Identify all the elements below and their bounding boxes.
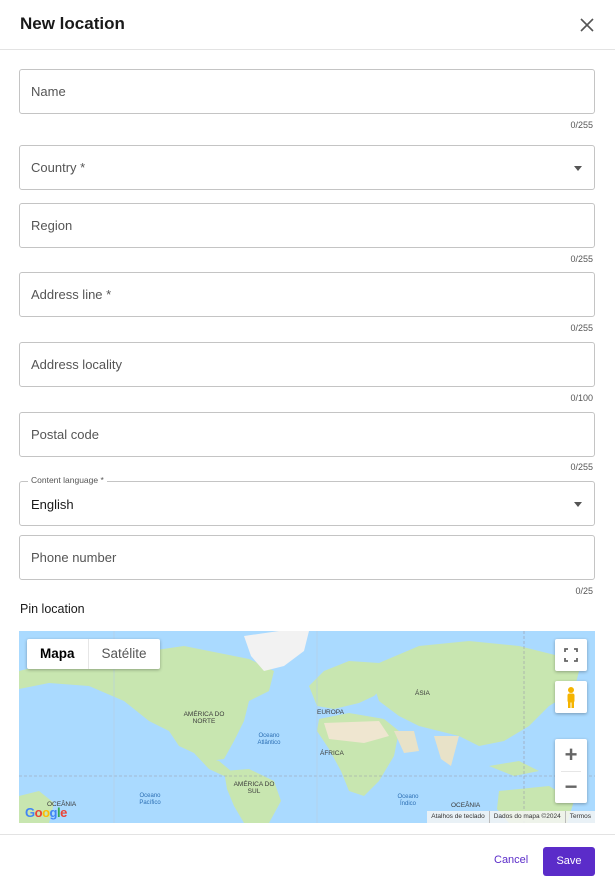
fullscreen-button[interactable] bbox=[555, 639, 587, 671]
save-button[interactable]: Save bbox=[543, 847, 595, 876]
keyboard-shortcuts-link[interactable]: Atalhos de teclado bbox=[427, 811, 488, 823]
chevron-down-icon bbox=[574, 166, 582, 171]
phone-number-placeholder: Phone number bbox=[31, 550, 117, 565]
dialog-header: New location bbox=[0, 0, 615, 50]
zoom-in-button[interactable]: + bbox=[555, 739, 587, 771]
label-indian-ocean: Oceano Índico bbox=[397, 794, 419, 807]
map-attribution: Atalhos de teclado Dados do mapa ©2024 T… bbox=[427, 811, 595, 823]
address-line-counter: 0/255 bbox=[570, 323, 593, 333]
postal-code-counter: 0/255 bbox=[570, 462, 593, 472]
chevron-down-icon bbox=[574, 502, 582, 507]
fullscreen-icon bbox=[564, 648, 578, 662]
content-language-select[interactable]: Content language * English bbox=[19, 475, 595, 526]
country-placeholder: Country * bbox=[31, 160, 86, 175]
address-line-field[interactable]: Address line * bbox=[19, 272, 595, 317]
pin-location-map[interactable]: Mapa Satélite + − AMÉRICA DO NORTE EUROP… bbox=[19, 631, 595, 823]
label-europe: EUROPA bbox=[317, 709, 344, 716]
country-select[interactable]: Country * bbox=[19, 145, 595, 190]
content-language-label: Content language * bbox=[28, 475, 107, 485]
map-type-map-button[interactable]: Mapa bbox=[27, 639, 89, 669]
map-type-control: Mapa Satélite bbox=[27, 639, 160, 669]
map-type-satellite-button[interactable]: Satélite bbox=[89, 639, 160, 669]
new-location-dialog: New location Name 0/255 Country * Region… bbox=[0, 0, 615, 882]
zoom-control: + − bbox=[555, 739, 587, 803]
region-placeholder: Region bbox=[31, 218, 73, 233]
name-counter: 0/255 bbox=[570, 120, 593, 130]
dialog-title: New location bbox=[20, 14, 125, 33]
label-pacific-ocean: Oceano Pacífico bbox=[139, 793, 161, 806]
label-africa: ÁFRICA bbox=[320, 750, 344, 757]
postal-code-placeholder: Postal code bbox=[31, 427, 99, 442]
label-north-america: AMÉRICA DO NORTE bbox=[183, 711, 225, 725]
content-language-value: English bbox=[31, 497, 74, 512]
label-oceania-right: OCEÂNIA bbox=[451, 802, 481, 809]
zoom-out-button[interactable]: − bbox=[555, 771, 587, 803]
postal-code-field[interactable]: Postal code bbox=[19, 412, 595, 457]
street-view-button[interactable] bbox=[555, 681, 587, 713]
name-placeholder: Name bbox=[31, 84, 66, 99]
phone-number-counter: 0/25 bbox=[575, 586, 593, 596]
pegman-icon bbox=[567, 687, 575, 708]
label-atlantic-ocean: Oceano Atlântico bbox=[257, 733, 281, 746]
region-field[interactable]: Region bbox=[19, 203, 595, 248]
phone-number-field[interactable]: Phone number bbox=[19, 535, 595, 580]
close-icon[interactable] bbox=[577, 15, 597, 35]
address-locality-counter: 0/100 bbox=[570, 393, 593, 403]
terms-link[interactable]: Termos bbox=[564, 811, 595, 823]
address-locality-field[interactable]: Address locality bbox=[19, 342, 595, 387]
pin-location-label: Pin location bbox=[20, 602, 85, 616]
address-locality-placeholder: Address locality bbox=[31, 357, 123, 372]
google-logo: Google bbox=[25, 805, 67, 820]
address-line-placeholder: Address line * bbox=[31, 287, 112, 302]
region-counter: 0/255 bbox=[570, 254, 593, 264]
label-south-america: AMÉRICA DO SUL bbox=[233, 781, 275, 795]
cancel-button[interactable]: Cancel bbox=[494, 854, 528, 866]
map-data-credit: Dados do mapa ©2024 bbox=[488, 811, 565, 823]
name-field[interactable]: Name bbox=[19, 69, 595, 114]
label-asia: ÁSIA bbox=[415, 690, 430, 697]
dialog-footer: Cancel Save bbox=[0, 834, 615, 882]
